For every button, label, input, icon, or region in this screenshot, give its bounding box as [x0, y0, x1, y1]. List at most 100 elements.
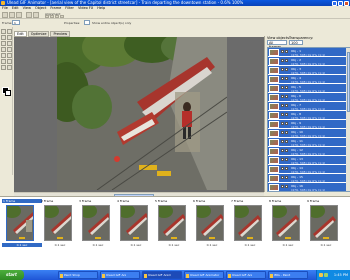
show-entire-checkbox[interactable]	[84, 20, 90, 25]
frame-field[interactable]: 1	[12, 20, 20, 25]
object-row[interactable]: Obj - 11 (479, 345) 0x 0% (1:1)	[268, 138, 350, 147]
lock-checkbox[interactable]	[285, 140, 288, 143]
close-button[interactable]	[344, 0, 349, 6]
visible-checkbox[interactable]	[281, 95, 284, 98]
visible-checkbox[interactable]	[281, 50, 284, 53]
visible-checkbox[interactable]	[281, 113, 284, 116]
visible-checkbox[interactable]	[281, 149, 284, 152]
frame-duration[interactable]: 0.1 sec	[2, 243, 42, 247]
visible-checkbox[interactable]	[281, 86, 284, 89]
magic-wand-icon[interactable]	[7, 35, 12, 40]
frame-thumbnail[interactable]: 6 Frame 0.1 sec	[192, 199, 232, 249]
undo-icon[interactable]	[26, 12, 32, 18]
eyedropper-tool-icon[interactable]	[7, 53, 12, 58]
frame-thumbnail[interactable]: 7 Frame 0.1 sec	[230, 199, 270, 249]
lock-checkbox[interactable]	[285, 131, 288, 134]
lock-checkbox[interactable]	[285, 167, 288, 170]
frame-duration[interactable]: 0.1 sec	[230, 243, 270, 247]
taskbar-item[interactable]: Ulead GIF Anim	[142, 271, 182, 279]
object-row[interactable]: Obj - 15 (479, 345) 0x 0% (1:1)	[268, 174, 350, 183]
taskbar-item[interactable]: Ulead GIF Ani	[226, 271, 266, 279]
save-icon[interactable]	[16, 12, 22, 18]
lock-checkbox[interactable]	[285, 50, 288, 53]
object-list-scrollbar[interactable]	[346, 48, 350, 191]
frame-duration[interactable]: 0.1 sec	[78, 243, 118, 247]
paint-tool-icon[interactable]	[1, 47, 6, 52]
start-button[interactable]: start	[0, 270, 24, 280]
frame-thumbnail[interactable]: 3 Frame 0.1 sec	[78, 199, 118, 249]
taskbar-item[interactable]: IMG - Paint	[268, 271, 308, 279]
visible-checkbox[interactable]	[281, 77, 284, 80]
text-tool-icon[interactable]	[1, 59, 6, 64]
frame-duration[interactable]: 0.1 sec	[154, 243, 194, 247]
object-row[interactable]: Obj - 2 (479, 345) 0x 0% (1:1)	[268, 57, 350, 66]
lock-checkbox[interactable]	[285, 104, 288, 107]
volume-icon[interactable]	[324, 273, 328, 277]
network-icon[interactable]	[319, 273, 323, 277]
lock-checkbox[interactable]	[285, 59, 288, 62]
taskbar-item[interactable]: Ulead GIF Ani	[100, 271, 140, 279]
taskbar-item[interactable]: Ulead GIF Animator	[184, 271, 224, 279]
view-objects-select[interactable]: All frames	[267, 40, 287, 49]
object-row[interactable]: Obj - 16 (479, 345) 0x 0% (1:1)	[268, 183, 350, 191]
visible-checkbox[interactable]	[281, 158, 284, 161]
visible-checkbox[interactable]	[281, 68, 284, 71]
visible-checkbox[interactable]	[281, 131, 284, 134]
frame-duration[interactable]: 0.1 sec	[116, 243, 156, 247]
new-file-icon[interactable]	[2, 12, 8, 18]
pick-tool-icon[interactable]	[1, 29, 6, 34]
object-row[interactable]: Obj - 13 (479, 345) 0x 0% (1:1)	[268, 156, 350, 165]
object-row[interactable]: Obj - 6 (479, 345) 0x 0% (1:1)	[268, 93, 350, 102]
fill-tool-icon[interactable]	[1, 53, 6, 58]
lock-checkbox[interactable]	[285, 68, 288, 71]
taskbar-item[interactable]: Paint Shop	[58, 271, 98, 279]
lock-checkbox[interactable]	[285, 149, 288, 152]
frame-thumbnail[interactable]: 9 Frame 0.1 sec	[306, 199, 346, 249]
redo-icon[interactable]	[33, 12, 39, 18]
transparency-field[interactable]: 100	[289, 40, 303, 45]
lasso-tool-icon[interactable]	[1, 35, 6, 40]
frame-thumbnail[interactable]: 1 Frame 0.1 sec	[2, 199, 42, 249]
lock-checkbox[interactable]	[285, 185, 288, 188]
scrollbar-thumb[interactable]	[346, 52, 350, 112]
object-row[interactable]: Obj - 12 (479, 345) 0x 0% (1:1)	[268, 147, 350, 156]
lock-checkbox[interactable]	[285, 86, 288, 89]
object-row[interactable]: Obj - 1 (479, 345) 0x 0% (1:1)	[268, 48, 350, 57]
object-row[interactable]: Obj - 3 (479, 345) 0x 0% (1:1)	[268, 66, 350, 75]
hand-tool-icon[interactable]	[1, 65, 6, 70]
frame-thumbnail[interactable]: 2 Frame 0.1 sec	[40, 199, 80, 249]
visible-checkbox[interactable]	[281, 59, 284, 62]
lock-checkbox[interactable]	[285, 176, 288, 179]
frame-duration[interactable]: 0.1 sec	[268, 243, 308, 247]
zoom-tool-icon[interactable]	[7, 65, 12, 70]
frame-thumbnail[interactable]: 4 Frame 0.1 sec	[116, 199, 156, 249]
visible-checkbox[interactable]	[281, 104, 284, 107]
object-row[interactable]: Obj - 14 (479, 345) 0x 0% (1:1)	[268, 165, 350, 174]
marquee-tool-icon[interactable]	[7, 29, 12, 34]
lock-checkbox[interactable]	[285, 77, 288, 80]
lock-checkbox[interactable]	[285, 122, 288, 125]
lock-checkbox[interactable]	[285, 95, 288, 98]
visible-checkbox[interactable]	[281, 176, 284, 179]
frame-image[interactable]	[57, 37, 227, 190]
frame-thumbnail[interactable]: 8 Frame 0.1 sec	[268, 199, 308, 249]
align-right-icon[interactable]	[55, 15, 59, 18]
minimize-button[interactable]	[332, 0, 337, 6]
lock-checkbox[interactable]	[285, 158, 288, 161]
align-top-icon[interactable]	[60, 15, 64, 18]
eraser-tool-icon[interactable]	[7, 47, 12, 52]
shape-tool-icon[interactable]	[7, 59, 12, 64]
align-left-icon[interactable]	[45, 15, 49, 18]
visible-checkbox[interactable]	[281, 140, 284, 143]
visible-checkbox[interactable]	[281, 167, 284, 170]
object-row[interactable]: Obj - 5 (479, 345) 0x 0% (1:1)	[268, 84, 350, 93]
open-file-icon[interactable]	[9, 12, 15, 18]
maximize-button[interactable]	[338, 0, 343, 6]
visible-checkbox[interactable]	[281, 122, 284, 125]
object-row[interactable]: Obj - 9 (479, 345) 0x 0% (1:1)	[268, 120, 350, 129]
frame-thumbnail[interactable]: 5 Frame 0.1 sec	[154, 199, 194, 249]
lock-checkbox[interactable]	[285, 113, 288, 116]
frame-duration[interactable]: 0.1 sec	[40, 243, 80, 247]
object-row[interactable]: Obj - 10 (479, 345) 0x 0% (1:1)	[268, 129, 350, 138]
crop-tool-icon[interactable]	[1, 41, 6, 46]
